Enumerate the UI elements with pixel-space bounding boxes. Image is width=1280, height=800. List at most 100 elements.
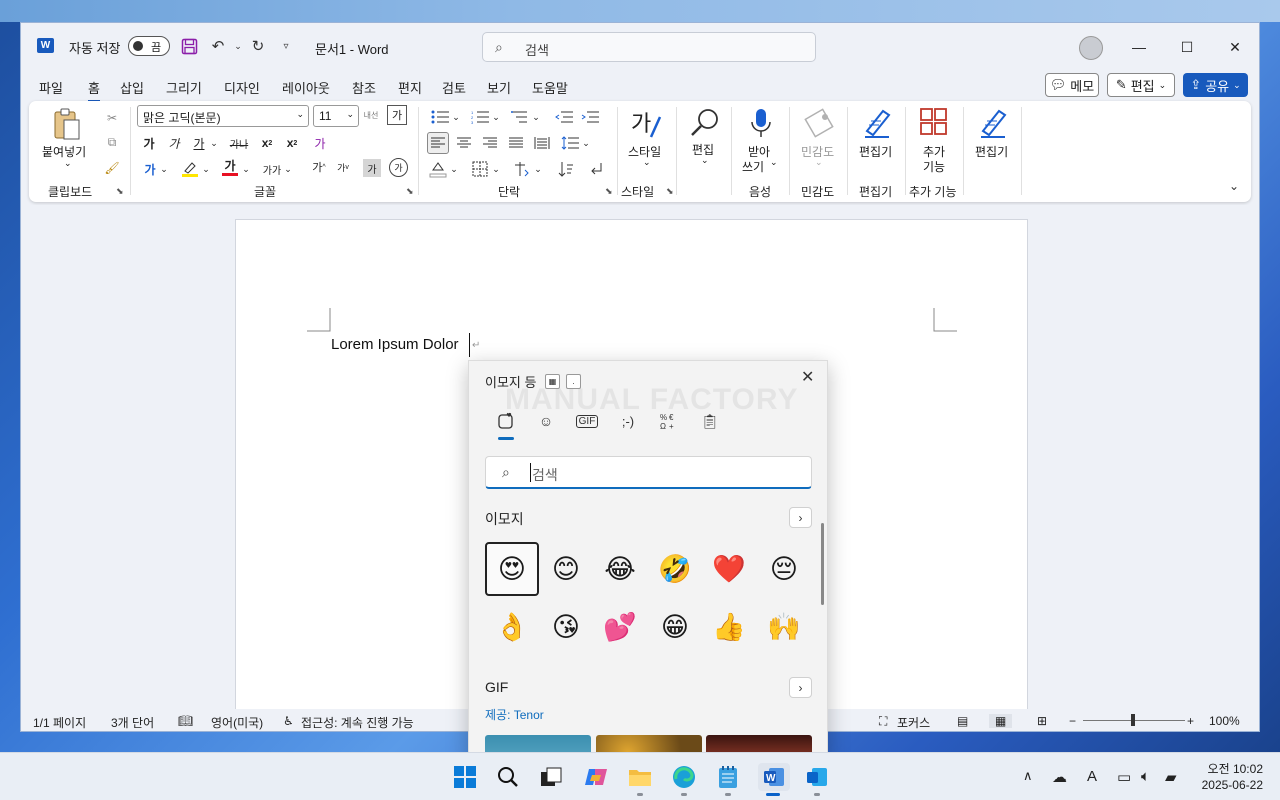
find-icon[interactable] [689,107,721,139]
word-taskbar-icon[interactable]: W [758,763,790,791]
emoji-search-input[interactable]: ⌕ 검색 [485,456,812,489]
decrease-indent-icon[interactable] [553,107,575,127]
customize-qat-icon[interactable]: ▿ [275,35,297,57]
char-border-button[interactable]: 가 [387,105,407,125]
editor-icon[interactable] [861,107,893,139]
underline-button[interactable]: 가 [189,133,209,153]
numbering-dropdown-icon[interactable]: ⌄ [491,107,501,127]
bold-button[interactable]: 가 [139,133,159,153]
add-ins-label-line2[interactable]: 기능 [923,158,945,175]
emoji-item[interactable]: 💕 [593,600,647,654]
sort-icon[interactable] [555,158,577,180]
web-layout-icon[interactable]: ⊞ [1037,714,1047,728]
edge-browser-icon[interactable] [670,763,698,791]
bullets-dropdown-icon[interactable]: ⌄ [451,107,461,127]
heart-face-icon[interactable] [491,409,521,433]
emoji-item[interactable]: 🙌 [757,600,811,654]
styles-icon[interactable]: 가 [629,107,662,139]
editor-label[interactable]: 편집기 [859,143,892,160]
microphone-icon[interactable] [745,107,777,139]
emoji-item[interactable]: 😘 [539,600,593,654]
asian-layout-icon[interactable] [511,158,533,180]
font-color-dropdown-icon[interactable]: ⌄ [241,159,251,179]
shading-icon[interactable] [427,158,449,180]
underline-dropdown-icon[interactable]: ⌄ [209,133,219,153]
emoji-item[interactable]: 😂 [593,542,647,596]
cut-icon[interactable]: ✂ [101,107,123,129]
paste-dropdown-icon[interactable]: ⌄ [64,158,72,169]
font-launcher-icon[interactable]: ⬊ [406,186,414,197]
kaomoji-icon[interactable]: ;-) [613,409,643,433]
tab-layout[interactable]: 레이아웃 [282,78,330,97]
zoom-in-icon[interactable]: + [1187,714,1194,728]
enclose-chars-button[interactable]: 가 [389,158,408,177]
zoom-out-icon[interactable]: − [1069,714,1076,728]
dictate-dropdown-icon[interactable]: ⌄ [770,157,778,168]
copy-icon[interactable]: ⧉ [101,131,123,153]
search-icon[interactable] [494,763,522,791]
styles-dropdown-icon[interactable]: ⌄ [643,157,651,168]
tab-file[interactable]: 파일 [39,78,63,97]
focus-label[interactable]: 포커스 [897,714,930,731]
editing-mode-button[interactable]: ✎ 편집 ⌄ [1107,73,1175,97]
add-ins-icon[interactable] [919,107,951,139]
tab-references[interactable]: 참조 [352,78,376,97]
font-name-select[interactable]: 맑은 고딕(본문) ⌄ [137,105,309,127]
bullets-icon[interactable] [429,107,451,127]
font-size-select[interactable]: 11 ⌄ [313,105,359,127]
paste-icon[interactable] [51,107,83,140]
collapse-ribbon-icon[interactable]: ⌄ [1229,179,1239,193]
tab-view[interactable]: 보기 [487,78,511,97]
onedrive-icon[interactable]: ☁ [1052,768,1067,786]
line-spacing-icon[interactable] [559,132,581,154]
align-left-icon[interactable] [427,132,449,154]
distributed-icon[interactable] [531,132,553,154]
outlook-icon[interactable] [803,763,831,791]
clipboard-icon[interactable]: 📋︎ [695,409,725,433]
increase-indent-icon[interactable] [579,107,601,127]
emoji-item[interactable]: 👍 [702,600,756,654]
char-shading-button[interactable]: 가 [363,159,381,177]
start-button-icon[interactable] [451,763,479,791]
text-effects-button[interactable]: 가 [139,159,161,179]
tab-design[interactable]: 디자인 [224,78,260,97]
system-clock[interactable]: 오전 10:02 2025-06-22 [1197,761,1263,793]
superscript-button[interactable]: x2 [282,133,302,153]
justify-icon[interactable] [505,132,527,154]
pin-layout-icon[interactable]: ▦ [545,374,560,389]
numbering-icon[interactable]: 123 [469,107,491,127]
subscript-button[interactable]: x2 [257,133,277,153]
symbols-icon[interactable]: % € Ω + [654,409,684,433]
account-avatar[interactable] [1079,36,1103,60]
ime-indicator[interactable]: A [1087,768,1097,785]
emoji-see-more-button[interactable]: › [789,507,812,528]
change-case-dropdown-icon[interactable]: ⌄ [283,159,293,179]
editor-label[interactable]: 편집기 [975,143,1008,160]
chevron-up-icon[interactable]: ∧ [1023,768,1033,784]
shrink-font-button[interactable]: 가v [333,157,353,177]
print-layout-icon[interactable]: ▦ [989,714,1013,728]
tab-review[interactable]: 검토 [442,78,466,97]
word-count[interactable]: 3개 단어 [111,714,154,731]
editing-dropdown-icon[interactable]: ⌄ [701,155,709,166]
shading-dropdown-icon[interactable]: ⌄ [449,158,459,180]
zoom-slider-thumb[interactable] [1131,714,1135,726]
styles-launcher-icon[interactable]: ⬊ [666,186,674,197]
emoji-item[interactable]: 😊 [539,542,593,596]
emoji-item[interactable]: 🤣 [648,542,702,596]
battery-icon[interactable]: ▰ [1165,768,1177,786]
autosave-toggle[interactable]: 끔 [128,36,170,56]
align-right-icon[interactable] [479,132,501,154]
align-center-icon[interactable] [453,132,475,154]
maximize-button[interactable]: ☐ [1164,33,1210,61]
dictate-label-line2[interactable]: 쓰기 [742,158,764,175]
network-icon[interactable]: ▭ [1117,768,1131,786]
save-icon[interactable] [178,35,200,57]
read-mode-icon[interactable]: ▤ [957,714,968,728]
undo-icon[interactable]: ↶ [207,35,229,57]
focus-icon[interactable]: ⛶ [879,714,887,729]
clipboard-launcher-icon[interactable]: ⬊ [116,186,124,197]
grow-font-button[interactable]: 가 ^ [309,157,329,177]
borders-dropdown-icon[interactable]: ⌄ [491,158,501,180]
gif-see-more-button[interactable]: › [789,677,812,698]
